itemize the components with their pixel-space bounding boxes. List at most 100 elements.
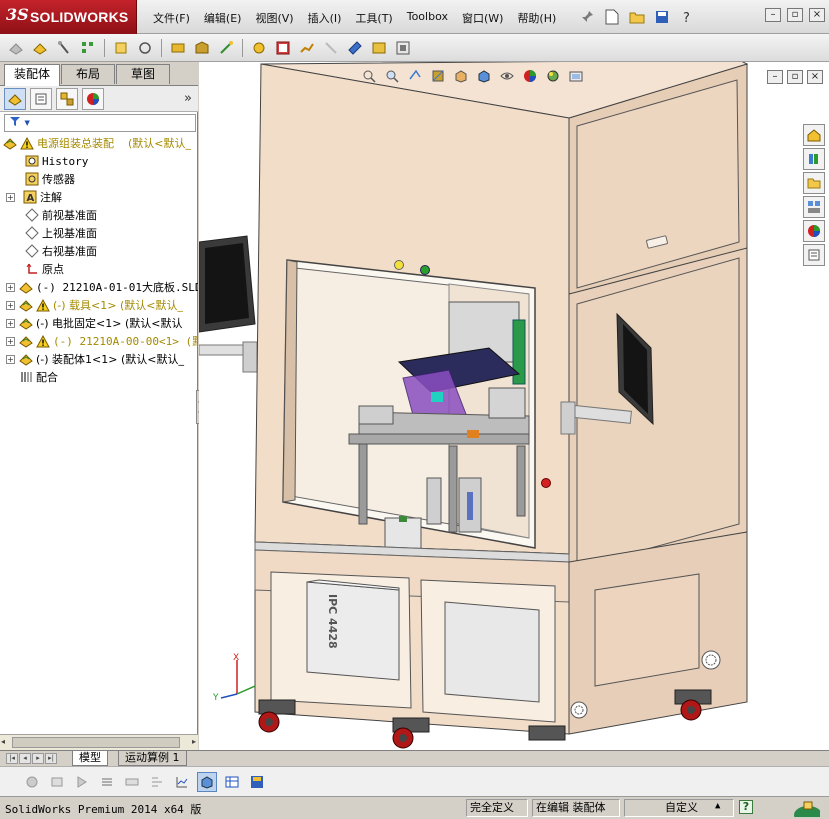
filter-animated-icon[interactable] bbox=[222, 772, 242, 792]
display-style-icon[interactable] bbox=[474, 67, 494, 85]
playback-speed-icon[interactable] bbox=[122, 772, 142, 792]
edit-component-icon[interactable] bbox=[6, 38, 26, 58]
open-folder-icon[interactable] bbox=[626, 6, 648, 28]
tree-filter[interactable]: ▼ bbox=[4, 114, 196, 132]
view-palette-icon[interactable] bbox=[803, 196, 825, 218]
tree-item-component[interactable]: + (-) 21210A-00-00<1> (默 bbox=[0, 332, 198, 350]
hide-show-items-icon[interactable] bbox=[497, 67, 517, 85]
apply-scene-icon[interactable] bbox=[543, 67, 563, 85]
stop-icon[interactable] bbox=[97, 772, 117, 792]
menu-window[interactable]: 窗口(W) bbox=[455, 9, 510, 27]
insert-component-icon[interactable] bbox=[30, 38, 50, 58]
feature-manager-icon[interactable] bbox=[4, 87, 26, 110]
menu-view[interactable]: 视图(V) bbox=[248, 9, 300, 27]
scroll-right-icon[interactable]: ▸ bbox=[192, 737, 196, 746]
tree-item-component[interactable]: + (-) 21210A-01-01大底板.SLD-BZ bbox=[0, 278, 198, 296]
solidworks-resources-icon[interactable] bbox=[803, 124, 825, 146]
menu-tools[interactable]: 工具(T) bbox=[348, 9, 399, 27]
clearance-verification-icon[interactable] bbox=[369, 38, 389, 58]
edit-appearance-icon[interactable] bbox=[520, 67, 540, 85]
motion-play-icon[interactable] bbox=[72, 772, 92, 792]
tree-item-history[interactable]: History bbox=[0, 152, 198, 170]
solidworks-logo[interactable]: 3S SOLIDWORKS bbox=[0, 0, 137, 34]
next-tab-icon[interactable]: ▸ bbox=[32, 753, 44, 764]
section-view-icon[interactable] bbox=[428, 67, 448, 85]
graphics-viewport[interactable]: IPC 4428 – ▫ × X Y bbox=[199, 62, 829, 750]
appearances-icon[interactable] bbox=[803, 220, 825, 242]
minimize-icon[interactable]: – bbox=[765, 8, 781, 22]
units-dropdown-icon[interactable]: ▲ bbox=[715, 801, 720, 811]
more-tabs-icon[interactable]: » bbox=[184, 91, 192, 106]
tree-item-mates[interactable]: 配合 bbox=[0, 368, 198, 386]
tree-item-component[interactable]: + (-) 电批固定<1> (默认<默认 bbox=[0, 314, 198, 332]
tree-item-component[interactable]: + (-) 装配体1<1> (默认<默认_ bbox=[0, 350, 198, 368]
expand-icon[interactable]: + bbox=[6, 192, 15, 202]
expand-icon[interactable]: + bbox=[6, 336, 15, 346]
view-settings-icon[interactable] bbox=[566, 67, 586, 85]
instant3d-icon[interactable] bbox=[393, 38, 413, 58]
mate-icon[interactable] bbox=[54, 38, 74, 58]
viewport-close-icon[interactable]: × bbox=[807, 70, 823, 84]
tree-item-origin[interactable]: 原点 bbox=[0, 260, 198, 278]
play-from-start-icon[interactable] bbox=[47, 772, 67, 792]
tree-item-top-plane[interactable]: 上视基准面 bbox=[0, 224, 198, 242]
tab-model[interactable]: 模型 bbox=[72, 751, 108, 766]
display-manager-icon[interactable] bbox=[82, 87, 104, 110]
scrollbar-thumb[interactable] bbox=[12, 737, 180, 748]
tab-sketch[interactable]: 草图 bbox=[116, 64, 170, 84]
smart-fasteners-icon[interactable] bbox=[111, 38, 131, 58]
results-plots-icon[interactable] bbox=[172, 772, 192, 792]
property-manager-icon[interactable] bbox=[30, 87, 52, 110]
menu-help[interactable]: 帮助(H) bbox=[510, 9, 563, 27]
menu-edit[interactable]: 编辑(E) bbox=[197, 9, 249, 27]
tree-item-annotations[interactable]: + A 注解 bbox=[0, 188, 198, 206]
prev-tab-icon[interactable]: ◂ bbox=[19, 753, 31, 764]
zoom-to-area-icon[interactable] bbox=[382, 67, 402, 85]
previous-view-icon[interactable] bbox=[405, 67, 425, 85]
exploded-view-icon[interactable] bbox=[297, 38, 317, 58]
menu-insert[interactable]: 插入(I) bbox=[301, 9, 349, 27]
expand-icon[interactable]: + bbox=[6, 318, 15, 328]
bill-of-materials-icon[interactable] bbox=[273, 38, 293, 58]
tab-layout[interactable]: 布局 bbox=[61, 64, 115, 84]
calculate-icon[interactable] bbox=[22, 772, 42, 792]
restore-icon[interactable]: ▫ bbox=[787, 8, 803, 22]
linear-pattern-icon[interactable] bbox=[78, 38, 98, 58]
show-hidden-icon[interactable] bbox=[168, 38, 188, 58]
design-library-icon[interactable] bbox=[803, 148, 825, 170]
notification-icon[interactable] bbox=[790, 799, 822, 819]
interference-detection-icon[interactable] bbox=[345, 38, 365, 58]
reference-geometry-icon[interactable] bbox=[216, 38, 236, 58]
playback-mode-icon[interactable] bbox=[147, 772, 167, 792]
tree-item-component[interactable]: + (-) 载具<1> (默认<默认_ bbox=[0, 296, 198, 314]
configuration-manager-icon[interactable] bbox=[56, 87, 78, 110]
last-tab-icon[interactable]: ▸| bbox=[45, 753, 57, 764]
save-icon[interactable] bbox=[651, 6, 673, 28]
assembly-features-icon[interactable] bbox=[192, 38, 212, 58]
custom-properties-icon[interactable] bbox=[803, 244, 825, 266]
help-icon[interactable]: ? bbox=[739, 800, 753, 814]
tab-assembly[interactable]: 装配体 bbox=[4, 64, 60, 86]
motion-study-properties-icon[interactable] bbox=[197, 771, 217, 792]
scroll-left-icon[interactable]: ◂ bbox=[1, 737, 5, 746]
tree-item-sensors[interactable]: 传感器 bbox=[0, 170, 198, 188]
panel-horizontal-scrollbar[interactable]: ◂ ▸ bbox=[0, 734, 198, 750]
menu-file[interactable]: 文件(F) bbox=[146, 9, 197, 27]
tree-root-assembly[interactable]: 电源组装总装配 (默认<默认_ bbox=[0, 134, 198, 152]
close-icon[interactable]: × bbox=[809, 8, 825, 22]
save-animation-icon[interactable] bbox=[247, 772, 267, 792]
menu-toolbox[interactable]: Toolbox bbox=[400, 9, 455, 27]
expand-icon[interactable]: + bbox=[6, 354, 15, 364]
viewport-minimize-icon[interactable]: – bbox=[767, 70, 783, 84]
pin-icon[interactable] bbox=[576, 6, 598, 28]
assembly-model[interactable]: IPC 4428 bbox=[199, 62, 829, 750]
viewport-restore-icon[interactable]: ▫ bbox=[787, 70, 803, 84]
expand-icon[interactable]: + bbox=[6, 300, 15, 310]
help-question-icon[interactable]: ? bbox=[676, 6, 698, 28]
move-component-icon[interactable] bbox=[135, 38, 155, 58]
tree-item-right-plane[interactable]: 右视基准面 bbox=[0, 242, 198, 260]
file-explorer-icon[interactable] bbox=[803, 172, 825, 194]
tab-motion-study[interactable]: 运动算例 1 bbox=[118, 751, 187, 766]
zoom-to-fit-icon[interactable] bbox=[359, 67, 379, 85]
tree-item-front-plane[interactable]: 前视基准面 bbox=[0, 206, 198, 224]
